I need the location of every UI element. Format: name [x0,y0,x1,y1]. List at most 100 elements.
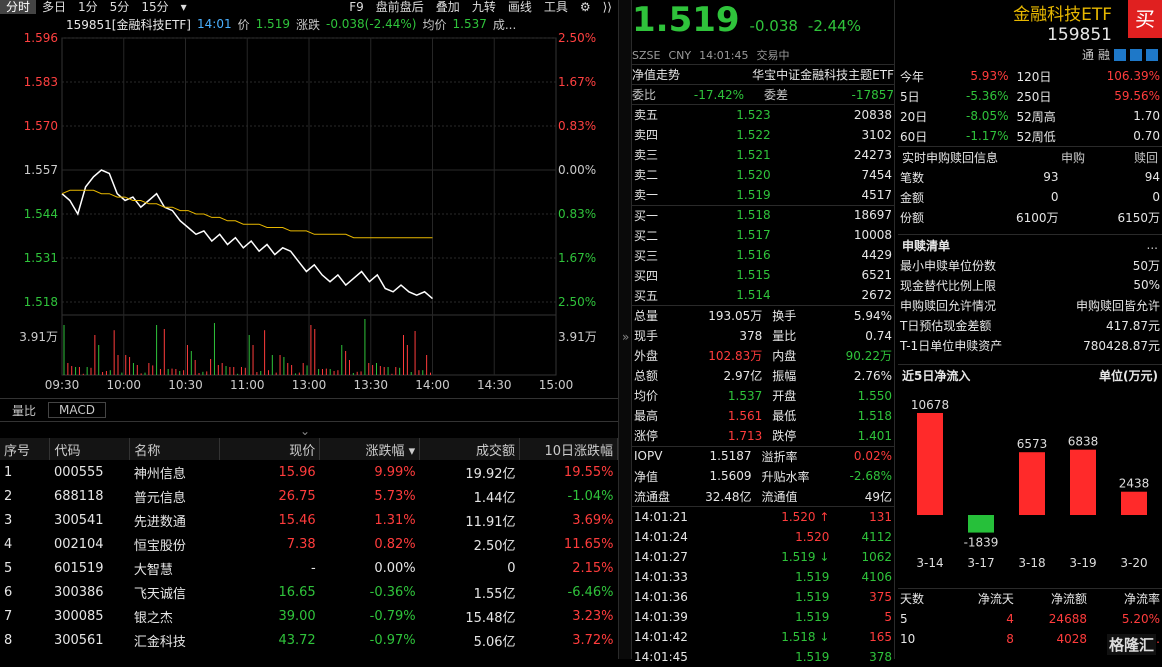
cell: 0.00% [374,560,416,576]
cell: 银之杰 [133,610,173,626]
flow-title: 近5日净流入 [902,368,971,383]
stat-value: 90.22万 [845,349,892,363]
f9-button[interactable]: F9 [343,0,370,14]
col-header-3[interactable]: 现价 [219,438,321,460]
ask-level[interactable]: 卖一 1.519 4517 [632,185,894,205]
cell: 3.23% [572,608,614,624]
edit-icon[interactable] [1130,48,1142,61]
overlay-button[interactable]: 叠加 [430,0,466,14]
pcf-label: 最小申赎单位份数 [900,258,997,273]
cell: 688118 [53,488,104,504]
table-row[interactable]: 8 300561 汇金科技 43.72 -0.97% 5.06亿 3.72% [0,628,618,652]
expand-icon[interactable]: ⟩⟩ [597,0,618,14]
pcf-table: 最小申赎单位份数 50万 现金替代比例上限 50% 申购赎回允许情况 申购赎回皆允许 T日预… [898,255,1162,355]
pcf-more[interactable]: ... [1147,238,1158,252]
stat-label: 溢折率 [761,449,798,464]
tab-15min[interactable]: 15分 [135,0,174,14]
nav-label[interactable]: 净值走势 [632,66,680,83]
bell-icon[interactable] [1114,48,1126,61]
table-row[interactable]: 5 601519 大智慧 - 0.00% 0 2.15% [0,556,618,580]
tick-price: 1.519 [795,609,830,624]
buy-button[interactable]: 买 [1128,0,1162,38]
bid-level[interactable]: 买五 1.514 2672 [632,285,894,305]
x-tick: 09:30 [45,378,80,390]
pcf-title: 申赎清单 [902,238,951,253]
cell: 19.92亿 [465,466,516,482]
tab-volume-ratio[interactable]: 量比 [0,402,48,419]
ask-level[interactable]: 卖三 1.521 24273 [632,145,894,165]
level-price: 1.523 [736,107,771,122]
pcf-label: T日预估现金差额 [900,318,992,333]
tab-macd[interactable]: MACD [48,402,106,418]
flow-cell: 8 [1006,631,1014,646]
prepost-button[interactable]: 盘前盘后 [370,0,430,14]
bid-level[interactable]: 买一 1.518 18697 [632,205,894,225]
ask-level[interactable]: 卖四 1.522 3102 [632,125,894,145]
draw-button[interactable]: 画线 [502,0,538,14]
y-tick: 1.544 [24,207,58,221]
pcf-row: 申购赎回允许情况 申购赎回皆允许 [898,295,1162,315]
flow-cell: 5.20% [1121,611,1160,626]
cell: 4 [4,536,13,552]
cell: 大智慧 [133,562,173,578]
table-row[interactable]: 4 002104 恒宝股份 7.38 0.82% 2.50亿 11.65% [0,532,618,556]
bid-level[interactable]: 买四 1.515 6521 [632,265,894,285]
plus-icon[interactable] [1146,48,1158,61]
level-qty: 6521 [861,268,892,282]
stat-value: 1.537 [727,388,763,403]
price-pct: -2.44% [807,17,861,35]
col-header-5[interactable]: 成交额 [419,438,521,460]
table-row[interactable]: 3 300541 先进数通 15.46 1.31% 11.91亿 3.69% [0,508,618,532]
tong-tag[interactable]: 通 [1082,46,1094,63]
bid-level[interactable]: 买二 1.517 10008 [632,225,894,245]
cell: -0.97% [369,632,416,648]
cell: 5.06亿 [473,634,516,650]
sub-value: 0 [1050,190,1059,204]
level-label: 买一 [634,208,659,223]
tools-button[interactable]: 工具 [538,0,574,14]
col-header-1[interactable]: 代码 [49,438,131,460]
table-row[interactable]: 2 688118 普元信息 26.75 5.73% 1.44亿 -1.04% [0,484,618,508]
flow-section: 近5日净流入 单位(万元) 10678 3-14 -1839 3-17 6573 3-18… [898,364,1162,588]
cell: - [311,560,316,576]
tick-qty: 4106 [861,569,892,584]
ask-level[interactable]: 卖二 1.520 7454 [632,165,894,185]
arrow-up-icon: ↑ [819,509,830,524]
cell: 11.91亿 [465,514,516,530]
ask-level[interactable]: 卖五 1.523 20838 [632,105,894,125]
rong-tag[interactable]: 融 [1098,46,1110,63]
flow-cell: 10 [900,631,916,646]
cell: 26.75 [278,488,316,504]
jiuzhuan-button[interactable]: 九转 [466,0,502,14]
chevron-down-icon[interactable]: ⌄ [300,424,310,438]
stat-label: 内盘 [772,349,797,363]
level-price: 1.517 [736,228,771,242]
col-header-0[interactable]: 序号 [0,438,51,460]
col-header-2[interactable]: 名称 [129,438,221,460]
tab-multiday[interactable]: 多日 [36,0,72,14]
cell: 0.82% [374,536,416,552]
table-row[interactable]: 1 000555 神州信息 15.96 9.99% 19.92亿 19.55% [0,460,618,484]
flow-col-header: 净流额 [1050,592,1087,607]
left-panel: 分时 多日 1分 5分 15分 ▾ F9 盘前盘后 叠加 九转 画线 工具 ⚙ … [0,0,618,659]
cell: 1.44亿 [473,490,516,506]
gear-icon[interactable]: ⚙ [574,0,597,14]
bid-level[interactable]: 买三 1.516 4429 [632,245,894,265]
intraday-chart[interactable]: 1.596 2.50% 1.583 1.67% 1.570 0.83% 1.557 0.00%… [0,30,618,390]
tick-row: 14:01:39 1.519 5 [632,607,894,627]
period-dropdown-icon[interactable]: ▾ [175,0,193,14]
tab-5min[interactable]: 5分 [104,0,136,14]
y-tick: 1.570 [24,119,58,133]
tick-price: 1.519 [795,649,830,664]
col-header-6[interactable]: 10日涨跌幅 [519,438,618,460]
tick-row: 14:01:33 1.519 4106 [632,567,894,587]
tab-intraday[interactable]: 分时 [0,0,37,14]
table-row[interactable]: 6 300386 飞天诚信 16.65 -0.36% 1.55亿 -6.46% [0,580,618,604]
splitter[interactable]: » [618,0,632,659]
col-header-4[interactable]: 涨跌幅 ▾ [319,438,421,460]
pcf-label: 申购赎回允许情况 [900,298,997,313]
table-row[interactable]: 7 300085 银之杰 39.00 -0.79% 15.48亿 3.23% [0,604,618,628]
constituents-table: 序号 代码 名称 现价 涨跌幅 ▾ 成交额 10日涨跌幅 1 000555 神州信息 15.96 9… [0,438,618,652]
ask-book: 卖五 1.523 20838 卖四 1.522 3102 卖三 1.521 24273 卖二 1.5… [632,104,894,205]
tab-1min[interactable]: 1分 [72,0,104,14]
